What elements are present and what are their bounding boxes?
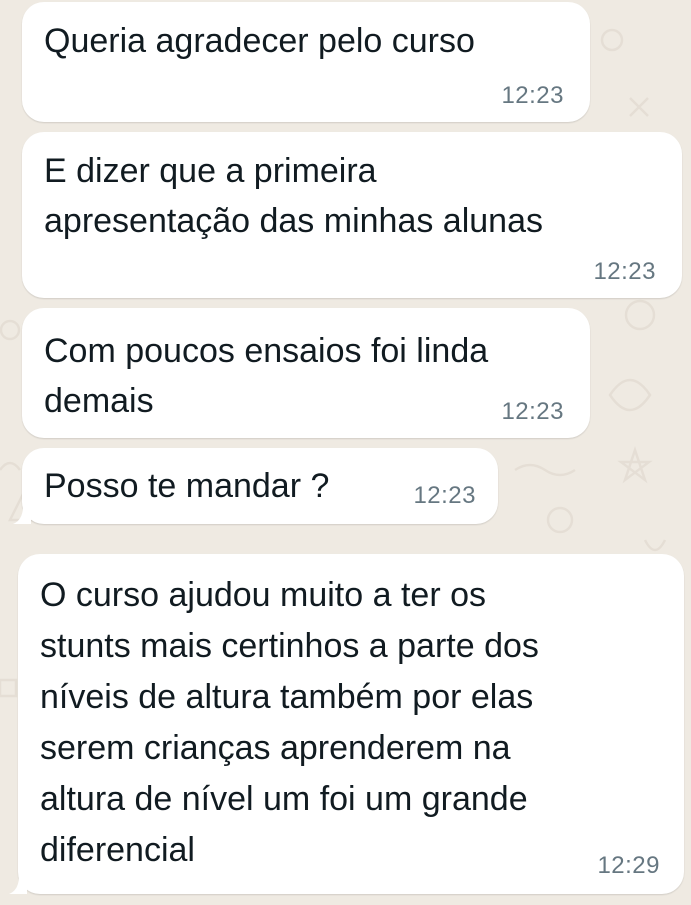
message-line: O curso ajudou muito a ter os	[40, 576, 487, 614]
bubble-tail-icon	[13, 506, 31, 524]
message-timestamp: 12:23	[501, 82, 564, 109]
message-bubble[interactable]: Posso te mandar ? 12:23	[13, 448, 498, 524]
message-line: apresentação das minhas alunas	[44, 202, 543, 240]
message-line: serem crianças aprenderem na	[40, 729, 511, 767]
message-timestamp: 12:23	[413, 482, 476, 509]
message-line: Queria agradecer pelo curso	[44, 22, 475, 60]
message-text: Posso te mandar ?	[44, 462, 329, 510]
message-line: Com poucos ensaios foi linda	[44, 332, 489, 370]
message-line: níveis de altura também por elas	[40, 678, 534, 716]
message-bubble[interactable]: Queria agradecer pelo curso 12:23	[22, 2, 590, 122]
message-text: Com poucos ensaios foi linda demais	[44, 326, 488, 426]
message-bubble[interactable]: O curso ajudou muito a ter os stunts mai…	[9, 554, 684, 894]
message-bubble[interactable]: Com poucos ensaios foi linda demais 12:2…	[22, 308, 590, 438]
bubble-tail-icon	[9, 876, 27, 894]
message-text: Queria agradecer pelo curso	[44, 16, 475, 66]
message-text: O curso ajudou muito a ter os stunts mai…	[40, 570, 539, 876]
message-line: stunts mais certinhos a parte dos	[40, 627, 539, 665]
message-timestamp: 12:29	[597, 852, 660, 879]
message-text: E dizer que a primeira apresentação das …	[44, 146, 543, 246]
message-bubble[interactable]: E dizer que a primeira apresentação das …	[22, 132, 682, 298]
message-line: E dizer que a primeira	[44, 152, 377, 190]
message-line: altura de nível um foi um grande	[40, 780, 528, 818]
message-line: demais	[44, 382, 154, 420]
message-line: Posso te mandar ?	[44, 467, 330, 505]
message-line: diferencial	[40, 831, 195, 869]
message-timestamp: 12:23	[593, 258, 656, 285]
message-timestamp: 12:23	[501, 398, 564, 425]
